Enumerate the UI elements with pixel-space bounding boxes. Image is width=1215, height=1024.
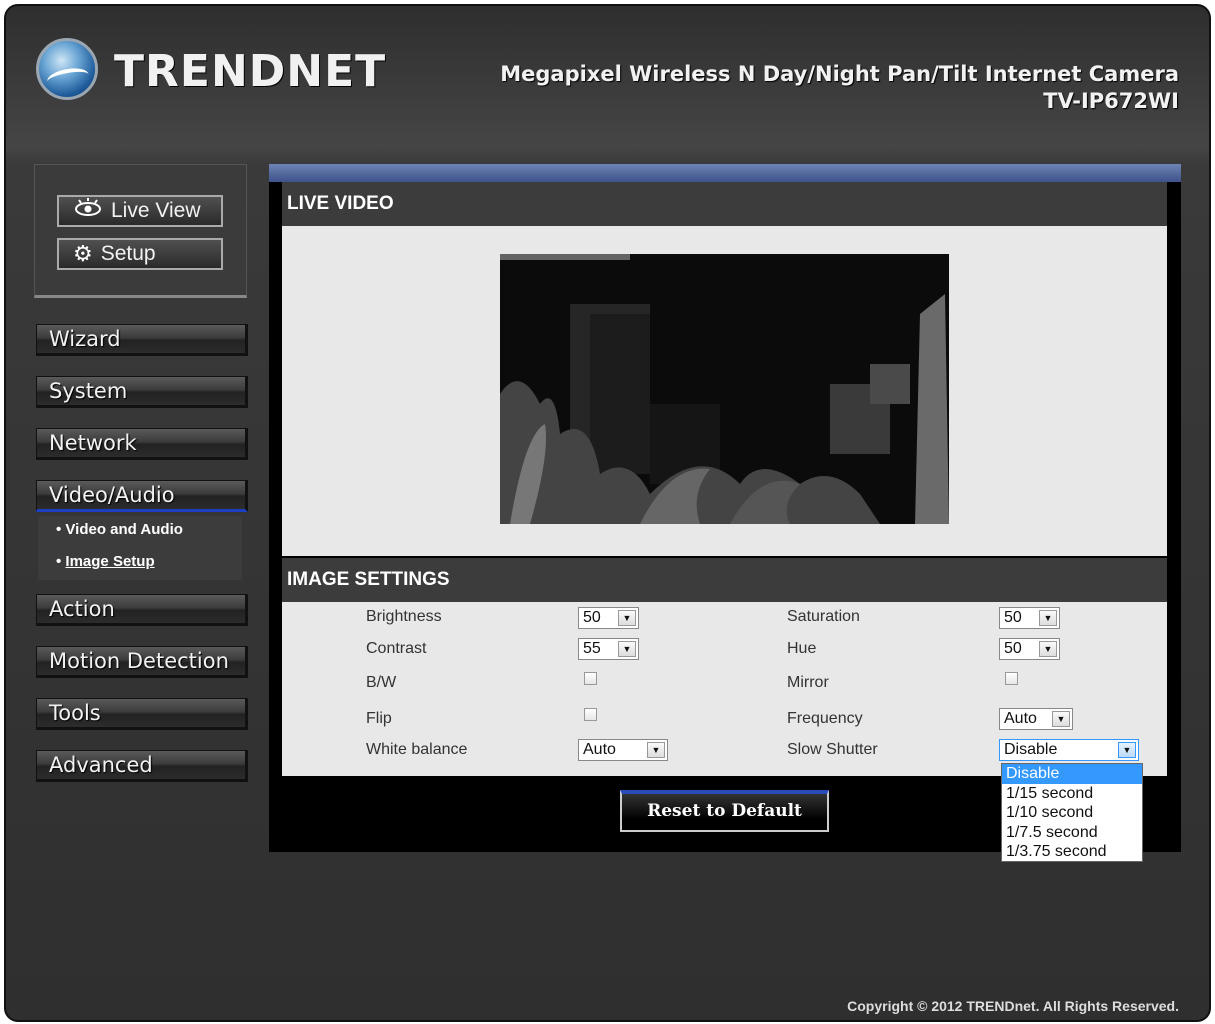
nav-tools[interactable]: Tools	[36, 698, 248, 730]
contrast-label: Contrast	[366, 640, 427, 657]
white-balance-label: White balance	[366, 741, 468, 758]
saturation-value: 50	[1004, 609, 1022, 626]
flip-checkbox[interactable]	[584, 708, 597, 721]
slow-shutter-select[interactable]: Disable ▼	[999, 739, 1139, 761]
image-settings-title: IMAGE SETTINGS	[282, 558, 1167, 602]
option-1-7-5-second[interactable]: 1/7.5 second	[1002, 823, 1142, 843]
bw-checkbox[interactable]	[584, 672, 597, 685]
dropdown-arrow-icon: ▼	[1039, 641, 1057, 657]
flip-label: Flip	[366, 710, 392, 727]
contrast-value: 55	[583, 640, 601, 657]
eye-icon	[73, 198, 103, 224]
option-disable[interactable]: Disable	[1002, 764, 1142, 784]
nav-wizard[interactable]: Wizard	[36, 324, 248, 356]
subnav-item[interactable]: • Video and Audio	[56, 521, 183, 538]
copyright: Copyright © 2012 TRENDnet. All Rights Re…	[847, 998, 1179, 1014]
dropdown-arrow-icon: ▼	[1118, 742, 1136, 758]
logo-globe-icon	[36, 38, 98, 100]
video-audio-subnav: • Video and Audio • Image Setup	[38, 516, 242, 580]
reset-to-default-button[interactable]: Reset to Default	[620, 790, 829, 832]
nav-action[interactable]: Action	[36, 594, 248, 626]
logo-text: TRENDNET	[114, 46, 387, 97]
frequency-label: Frequency	[787, 710, 863, 727]
product-model: TV-IP672WI	[1043, 89, 1179, 113]
dropdown-arrow-icon: ▼	[1052, 711, 1070, 727]
dropdown-arrow-icon: ▼	[647, 742, 665, 758]
subnav-image-setup[interactable]: Image Setup	[65, 553, 154, 570]
live-view-button[interactable]: Live View	[57, 195, 223, 227]
option-1-15-second[interactable]: 1/15 second	[1002, 784, 1142, 804]
nav-motion-detection[interactable]: Motion Detection	[36, 646, 248, 678]
contrast-select[interactable]: 55 ▼	[578, 638, 639, 660]
saturation-label: Saturation	[787, 608, 860, 625]
gear-icon: ⚙	[73, 241, 93, 266]
white-balance-value: Auto	[583, 741, 616, 758]
dropdown-arrow-icon: ▼	[1039, 610, 1057, 626]
dropdown-arrow-icon: ▼	[618, 641, 636, 657]
option-1-10-second[interactable]: 1/10 second	[1002, 803, 1142, 823]
setup-label: Setup	[100, 242, 156, 265]
mirror-label: Mirror	[787, 674, 829, 691]
nav-network[interactable]: Network	[36, 428, 248, 460]
hue-value: 50	[1004, 640, 1022, 657]
hue-label: Hue	[787, 640, 817, 657]
live-video-panel	[282, 226, 1167, 556]
frequency-value: Auto	[1004, 710, 1037, 727]
frequency-select[interactable]: Auto ▼	[999, 708, 1073, 730]
mode-switch-box: Live View ⚙ Setup	[34, 164, 247, 298]
main-panel: LIVE VIDEO IMAGE SETTINGS Brightness 50 …	[269, 164, 1181, 852]
image-settings-panel: Brightness 50 ▼ Contrast 55 ▼ B/W Flip W…	[282, 602, 1167, 776]
setup-button[interactable]: ⚙ Setup	[57, 238, 223, 270]
brightness-value: 50	[583, 609, 601, 626]
live-view-label: Live View	[111, 199, 201, 222]
option-1-3-75-second[interactable]: 1/3.75 second	[1002, 842, 1142, 862]
subnav-item[interactable]: • Image Setup	[56, 553, 155, 570]
slow-shutter-label: Slow Shutter	[787, 741, 878, 758]
nav-advanced[interactable]: Advanced	[36, 750, 248, 782]
product-name: Megapixel Wireless N Day/Night Pan/Tilt …	[500, 62, 1179, 86]
trendnet-logo: TRENDNET	[36, 36, 385, 112]
live-video-title: LIVE VIDEO	[282, 182, 1167, 226]
subnav-video-and-audio[interactable]: Video and Audio	[65, 521, 183, 538]
bw-label: B/W	[366, 674, 397, 691]
brightness-label: Brightness	[366, 608, 442, 625]
camera-video-feed	[500, 254, 949, 524]
saturation-select[interactable]: 50 ▼	[999, 607, 1060, 629]
header-strip	[269, 164, 1181, 182]
slow-shutter-options: Disable 1/15 second 1/10 second 1/7.5 se…	[1001, 763, 1143, 862]
white-balance-select[interactable]: Auto ▼	[578, 739, 668, 761]
nav-system[interactable]: System	[36, 376, 248, 408]
dropdown-arrow-icon: ▼	[618, 610, 636, 626]
brightness-select[interactable]: 50 ▼	[578, 607, 639, 629]
app-frame: TRENDNET Megapixel Wireless N Day/Night …	[4, 4, 1211, 1022]
hue-select[interactable]: 50 ▼	[999, 638, 1060, 660]
nav-video-audio[interactable]: Video/Audio	[36, 480, 248, 512]
slow-shutter-value: Disable	[1004, 741, 1058, 758]
product-title: Megapixel Wireless N Day/Night Pan/Tilt …	[500, 61, 1179, 115]
mirror-checkbox[interactable]	[1005, 672, 1018, 685]
